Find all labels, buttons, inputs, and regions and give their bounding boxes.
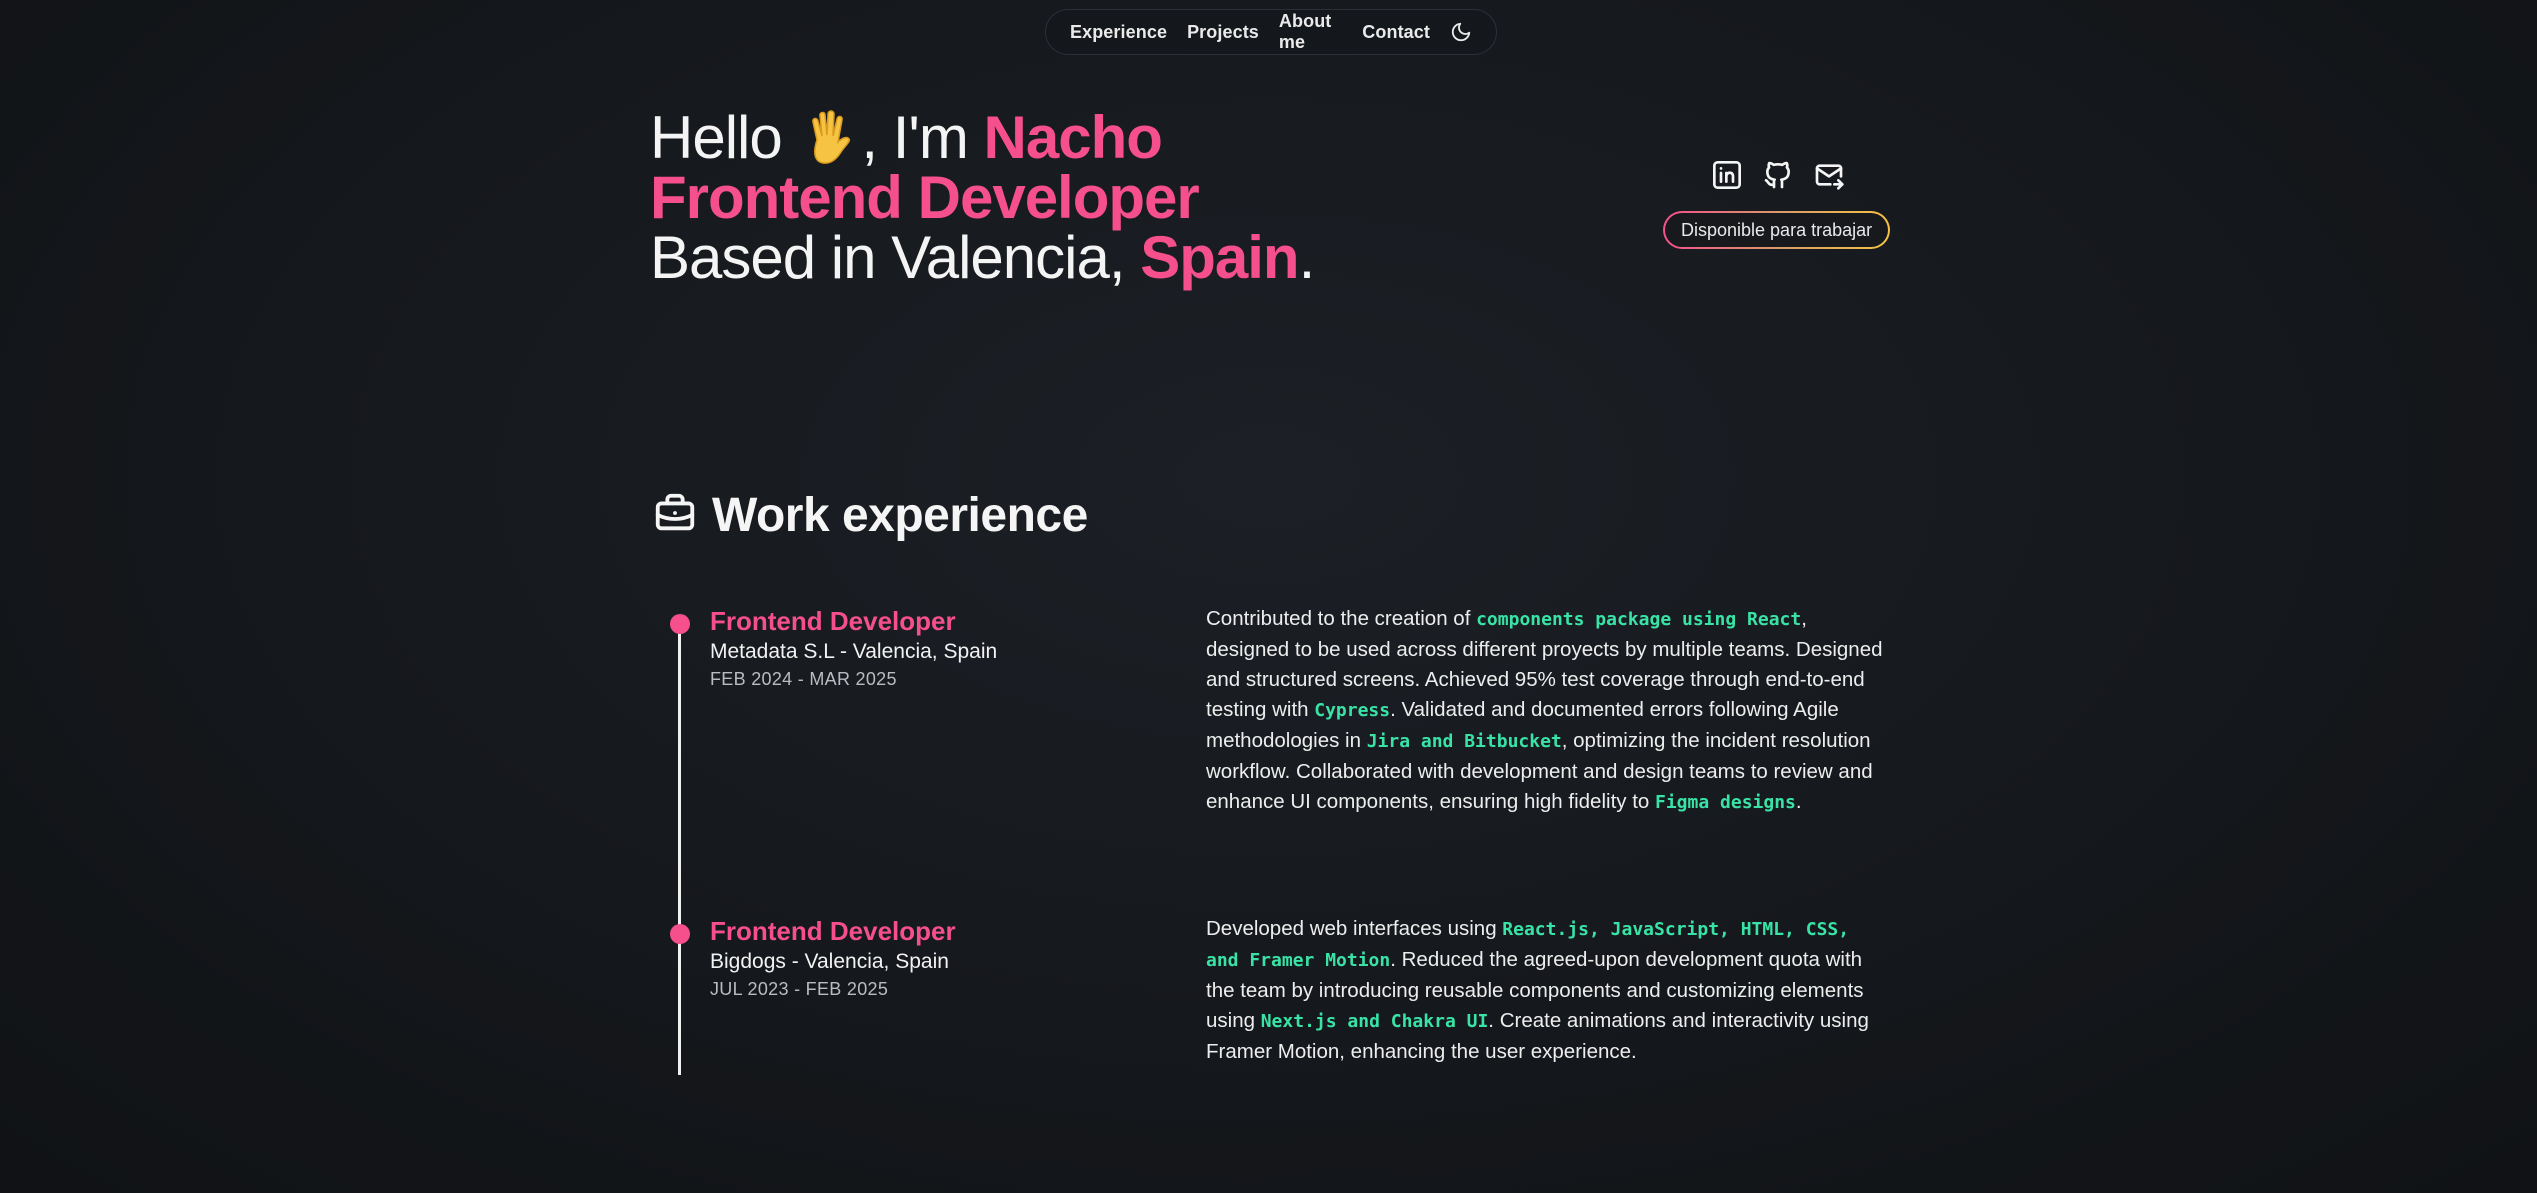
section-work-experience: Work experience [652, 488, 1088, 543]
timeline-dot [670, 924, 690, 944]
availability-badge: Disponible para trabajar [1663, 211, 1890, 249]
social-links [1710, 158, 1846, 192]
job-title: Frontend Developer [710, 606, 956, 636]
linkedin-icon[interactable] [1710, 158, 1744, 192]
hero-location: Based in Valencia, [650, 224, 1141, 291]
hero-line-3: Based in Valencia, Spain. [650, 228, 1315, 288]
nav-link-about-me[interactable]: About me [1279, 11, 1342, 53]
desc-text: . [1795, 790, 1802, 813]
job-header: Frontend Developer Bigdogs - Valencia, S… [710, 915, 956, 1001]
job-description: Developed web interfaces using React.js,… [1206, 914, 1886, 1067]
hero-line-1: Hello , I'm Nacho [650, 108, 1314, 168]
nav-link-projects[interactable]: Projects [1187, 22, 1259, 43]
desc-highlight: Cypress [1314, 700, 1391, 721]
job-date: FEB 2024 - MAR 2025 [710, 669, 897, 689]
job-header: Frontend Developer Metadata S.L - Valenc… [710, 605, 997, 691]
job-company: Bigdogs - Valencia, Spain [710, 950, 949, 973]
job-title: Frontend Developer [710, 916, 956, 946]
desc-highlight: components package using React [1476, 609, 1802, 630]
desc-highlight: Next.js and Chakra UI [1260, 1011, 1489, 1032]
nav-link-contact[interactable]: Contact [1362, 22, 1430, 43]
section-title: Work experience [712, 489, 1088, 542]
hero-period: . [1298, 224, 1316, 291]
desc-highlight: Jira and Bitbucket [1366, 731, 1562, 752]
desc-text: Developed web interfaces using [1206, 917, 1503, 940]
hero-heading: Hello , I'm Nacho Frontend Developer Bas… [650, 108, 1315, 288]
job-date: JUL 2023 - FEB 2025 [710, 979, 889, 999]
timeline-dot [670, 614, 690, 634]
hero-role: Frontend Developer [650, 164, 1200, 231]
desc-text: Contributed to the creation of [1206, 607, 1477, 630]
mail-icon[interactable] [1812, 158, 1846, 192]
job-description: Contributed to the creation of component… [1206, 604, 1886, 818]
timeline-line [678, 622, 681, 1075]
briefcase-icon [652, 490, 698, 541]
hero-country: Spain [1140, 224, 1299, 291]
desc-highlight: Figma designs [1655, 792, 1796, 813]
nav-link-experience[interactable]: Experience [1070, 22, 1167, 43]
top-nav: Experience Projects About me Contact [1045, 9, 1497, 55]
github-icon[interactable] [1761, 158, 1795, 192]
moon-icon[interactable] [1450, 21, 1472, 43]
hero-intro: , I'm [861, 104, 984, 171]
waving-hand-icon [797, 108, 861, 168]
job-company: Metadata S.L - Valencia, Spain [710, 640, 998, 663]
hero-greeting: Hello [650, 104, 798, 171]
hero-name: Nacho [983, 104, 1163, 171]
